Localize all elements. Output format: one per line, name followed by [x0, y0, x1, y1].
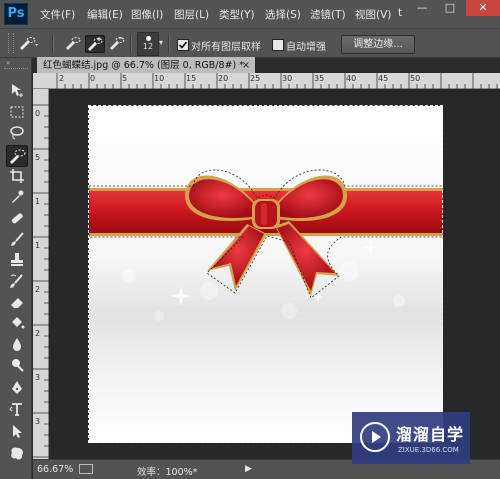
ruler-vertical[interactable]: 0 5 1 1 2 2 3 3	[33, 89, 49, 459]
divider	[52, 34, 54, 54]
ruler-tick-label: 0	[90, 74, 96, 83]
ruler-tick-label: 3	[35, 373, 41, 382]
menu-type[interactable]: 类型(Y)	[219, 7, 255, 22]
canvas-selection-border	[88, 105, 443, 443]
photoshop-logo: Ps	[4, 3, 28, 25]
new-selection-brush-icon[interactable]	[64, 35, 82, 51]
auto-enhance-checkbox[interactable]	[272, 39, 284, 51]
menu-view[interactable]: 视图(V)	[355, 7, 391, 22]
ruler-tick-label: 30	[282, 74, 293, 83]
ruler-tick-label: 25	[250, 74, 261, 83]
dodge-tool-icon[interactable]	[9, 357, 25, 373]
eyedropper-tool-icon[interactable]	[9, 189, 25, 205]
document-info-icon[interactable]	[79, 464, 93, 474]
menu-filter[interactable]: 滤镜(T)	[310, 7, 346, 22]
divider	[130, 34, 132, 54]
lasso-tool-icon[interactable]	[9, 125, 25, 141]
crop-tool-icon[interactable]	[9, 168, 25, 184]
efficiency-readout: 效率：100%*	[137, 467, 198, 478]
options-bar: 12 ▾ 对所有图层取样 自动增强 调整边缘...	[0, 28, 500, 58]
ruler-tick-label: 15	[186, 74, 197, 83]
clone-stamp-tool-icon[interactable]	[9, 252, 25, 268]
eraser-tool-icon[interactable]	[9, 294, 25, 310]
ruler-tick-label: 2	[59, 74, 65, 83]
ruler-tick-label: 40	[346, 74, 357, 83]
document-tab[interactable]: 红色蝴蝶结.jpg @ 66.7% (图层 0, RGB/8#) * ×	[37, 57, 255, 74]
custom-shape-tool-icon[interactable]	[9, 446, 25, 462]
sample-all-layers-checkbox[interactable]	[177, 39, 189, 51]
ruler-tick-label: 2	[35, 285, 41, 294]
ruler-tick-label: 20	[218, 74, 229, 83]
divider	[168, 34, 170, 54]
marquee-tool-icon[interactable]	[9, 104, 25, 120]
menu-edit[interactable]: 编辑(E)	[87, 7, 123, 22]
ruler-tick-label: 45	[378, 74, 389, 83]
ruler-tick-label: 5	[35, 153, 41, 162]
menu-file[interactable]: 文件(F)	[40, 7, 75, 22]
minimize-button[interactable]: —	[408, 0, 436, 16]
maximize-button[interactable]: □	[436, 0, 464, 16]
type-tool-icon[interactable]	[9, 401, 25, 417]
ruler-ticks	[33, 104, 49, 458]
ruler-tick-label: 1	[35, 197, 41, 206]
brush-size-picker[interactable]: 12	[137, 32, 159, 56]
add-to-selection-brush-icon[interactable]	[85, 35, 105, 53]
ruler-horizontal[interactable]: 2 0 5 10 15 20 25 30 35 40 45 50	[33, 73, 500, 89]
chevron-down-icon[interactable]: ▾	[159, 38, 163, 47]
path-selection-tool-icon[interactable]	[9, 423, 25, 439]
brush-size-value: 12	[142, 42, 154, 51]
menu-select[interactable]: 选择(S)	[265, 7, 301, 22]
ruler-tick-label: 3	[35, 417, 41, 426]
watermark-title: 溜溜自学	[396, 425, 465, 444]
watermark-url: ZIXUE.3D66.COM	[398, 446, 459, 454]
ruler-ticks	[56, 73, 498, 89]
brush-dot-icon	[145, 36, 151, 41]
refine-edge-button[interactable]: 调整边缘...	[341, 35, 415, 54]
close-button[interactable]: ✕	[466, 0, 500, 16]
history-brush-tool-icon[interactable]	[9, 273, 25, 289]
pen-tool-icon[interactable]	[9, 380, 25, 396]
move-tool-icon[interactable]	[9, 82, 25, 98]
watermark-logo: 溜溜自学 ZIXUE.3D66.COM	[352, 412, 470, 464]
auto-enhance-label: 自动增强	[286, 42, 326, 53]
ruler-tick-label: 2	[35, 329, 41, 338]
menu-window-partial[interactable]: t	[398, 7, 402, 19]
blur-tool-icon[interactable]	[9, 336, 25, 352]
ruler-tick-label: 0	[35, 109, 41, 118]
brush-tool-icon[interactable]	[9, 231, 25, 247]
tab-close-icon[interactable]: ×	[242, 57, 250, 74]
play-icon	[360, 422, 390, 452]
tools-panel: »	[0, 58, 32, 479]
menu-layer[interactable]: 图层(L)	[174, 7, 209, 22]
menu-image[interactable]: 图像(I)	[131, 7, 163, 22]
grip-handle[interactable]	[8, 33, 14, 53]
status-menu-arrow-icon[interactable]: ▶	[245, 464, 252, 474]
ruler-tick-label: 10	[154, 74, 165, 83]
ruler-tick-label: 50	[410, 74, 421, 83]
menu-bar: Ps 文件(F) 编辑(E) 图像(I) 图层(L) 类型(Y) 选择(S) 滤…	[0, 0, 500, 28]
sample-all-layers-label: 对所有图层取样	[191, 42, 261, 53]
ruler-tick-label: 1	[35, 241, 41, 250]
paint-bucket-tool-icon[interactable]	[9, 315, 25, 331]
ruler-tick-label: 35	[314, 74, 325, 83]
quick-selection-tool-preset-icon[interactable]	[18, 35, 38, 51]
zoom-level[interactable]: 66.67%	[37, 464, 73, 475]
grip-handle[interactable]	[4, 68, 28, 70]
panel-collapse-icon[interactable]: »	[6, 60, 26, 67]
quick-selection-tool-icon[interactable]	[6, 145, 28, 167]
healing-brush-tool-icon[interactable]	[9, 210, 25, 226]
subtract-from-selection-brush-icon[interactable]	[108, 35, 126, 51]
document-tab-title: 红色蝴蝶结.jpg @ 66.7% (图层 0, RGB/8#) *	[43, 60, 244, 71]
ruler-tick-label: 5	[122, 74, 128, 83]
